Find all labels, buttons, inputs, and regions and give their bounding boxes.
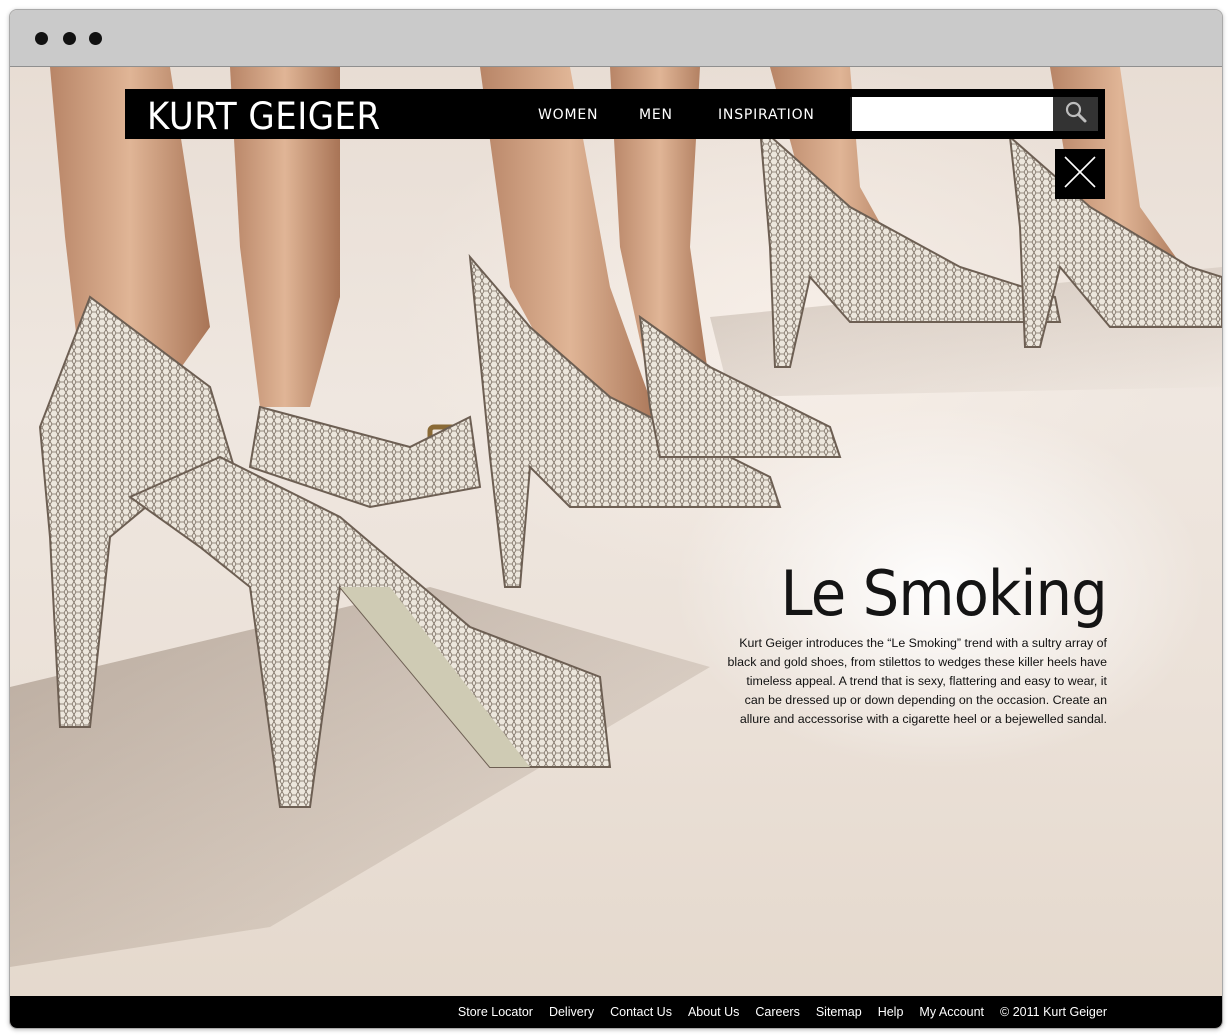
footer-store-locator[interactable]: Store Locator: [458, 1005, 533, 1019]
nav-inspiration[interactable]: INSPIRATION: [718, 107, 815, 123]
snakeskin-heels-photo: [10, 67, 1222, 967]
footer-my-account[interactable]: My Account: [919, 1005, 984, 1019]
nav-women[interactable]: WOMEN: [538, 107, 598, 123]
search-input[interactable]: [850, 97, 1053, 131]
close-dot[interactable]: [35, 32, 48, 45]
search-button[interactable]: [1053, 97, 1098, 131]
footer-sitemap[interactable]: Sitemap: [816, 1005, 862, 1019]
footer-help[interactable]: Help: [878, 1005, 904, 1019]
footer-links: Store Locator Delivery Contact Us About …: [442, 996, 1107, 1028]
zoom-dot[interactable]: [89, 32, 102, 45]
footer-contact-us[interactable]: Contact Us: [610, 1005, 672, 1019]
close-button[interactable]: [1055, 149, 1105, 199]
browser-window: KURT GEIGER WOMEN MEN INSPIRATION Le Smo…: [9, 9, 1223, 1029]
footer-careers[interactable]: Careers: [755, 1005, 799, 1019]
hero-title: Le Smoking: [780, 557, 1108, 630]
brand-logo[interactable]: KURT GEIGER: [147, 95, 381, 138]
close-icon: [1063, 155, 1097, 194]
browser-chrome: [10, 10, 1222, 67]
search-icon: [1064, 100, 1088, 129]
nav-men[interactable]: MEN: [639, 107, 673, 123]
search-box: [850, 97, 1098, 131]
footer-about-us[interactable]: About Us: [688, 1005, 739, 1019]
hero-description: Kurt Geiger introduces the “Le Smoking” …: [727, 636, 1108, 726]
footer-copyright: © 2011 Kurt Geiger: [1000, 1005, 1107, 1019]
page-viewport: KURT GEIGER WOMEN MEN INSPIRATION Le Smo…: [10, 67, 1222, 1028]
minimize-dot[interactable]: [63, 32, 76, 45]
top-navigation: KURT GEIGER WOMEN MEN INSPIRATION: [125, 89, 1105, 139]
footer: Store Locator Delivery Contact Us About …: [10, 996, 1222, 1028]
footer-delivery[interactable]: Delivery: [549, 1005, 594, 1019]
